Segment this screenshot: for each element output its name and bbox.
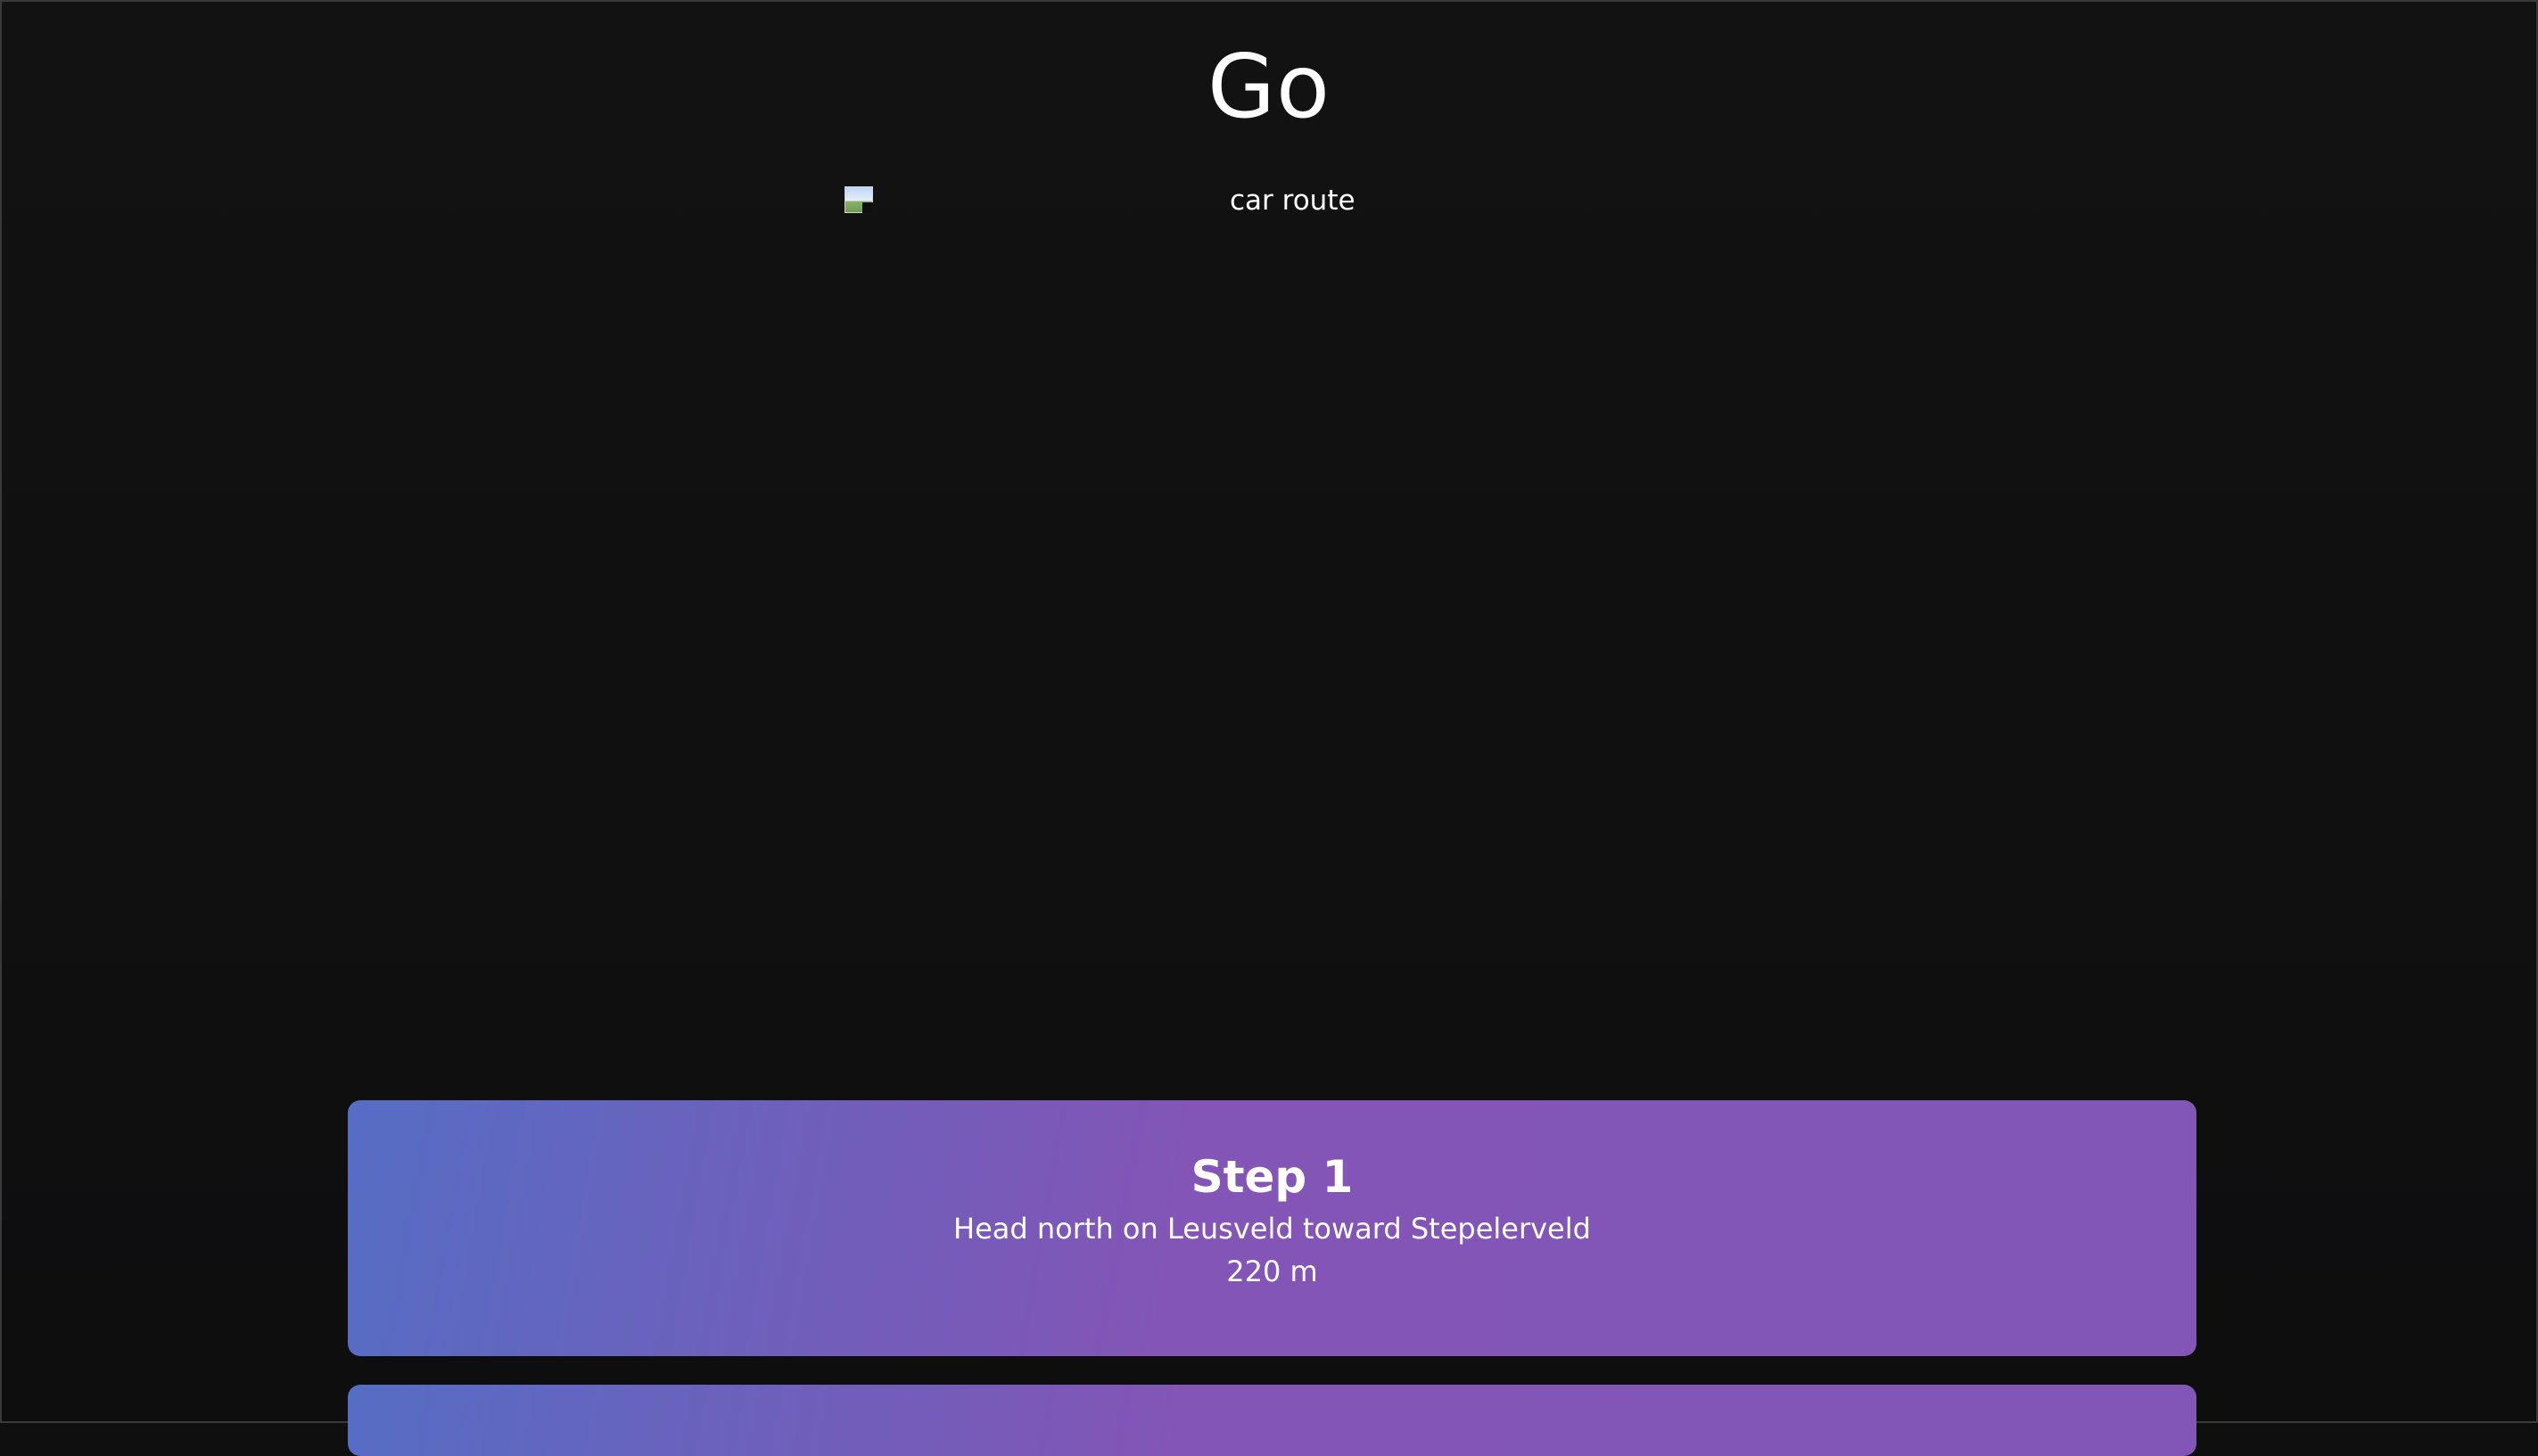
step-card-next[interactable] [348,1385,2196,1456]
step-distance: 220 m [1226,1254,1318,1288]
broken-image-icon [845,186,873,213]
step-title: Step 1 [1191,1151,1354,1203]
step-card[interactable]: Step 1 Head north on Leusveld toward Ste… [348,1100,2196,1356]
route-image-alt-text: car route [1230,185,1356,217]
app-viewport: Go car route Step 1 Head north on Leusve… [0,0,2538,1456]
step-instruction: Head north on Leusveld toward Stepelerve… [953,1212,1591,1246]
route-map-image: car route [845,185,1701,1041]
page-title: Go [1207,37,1331,138]
